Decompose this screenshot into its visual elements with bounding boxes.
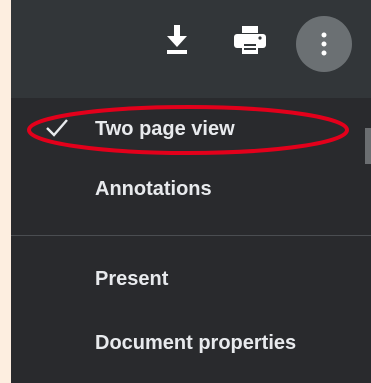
print-button[interactable] [230, 20, 270, 60]
more-options-menu: Two page view Annotations Present Docume… [11, 98, 371, 383]
checkmark-icon [46, 119, 68, 137]
menu-item-two-page-view[interactable]: Two page view [11, 101, 371, 157]
menu-item-label: Present [95, 267, 169, 290]
menu-item-document-properties[interactable]: Document properties [11, 315, 371, 371]
download-icon [167, 25, 187, 54]
menu-divider [11, 235, 371, 236]
more-vertical-icon [321, 32, 327, 56]
print-icon [234, 26, 266, 54]
pdf-viewer-frame: Two page view Annotations Present Docume… [11, 0, 371, 383]
menu-scrollbar[interactable] [365, 128, 371, 164]
toolbar [11, 0, 371, 98]
menu-item-annotations[interactable]: Annotations [11, 161, 371, 217]
menu-item-label: Two page view [95, 117, 235, 140]
more-options-button[interactable] [296, 16, 352, 72]
menu-item-label: Annotations [95, 177, 212, 200]
menu-item-present[interactable]: Present [11, 251, 371, 307]
download-button[interactable] [157, 20, 197, 60]
menu-item-label: Document properties [95, 331, 297, 354]
